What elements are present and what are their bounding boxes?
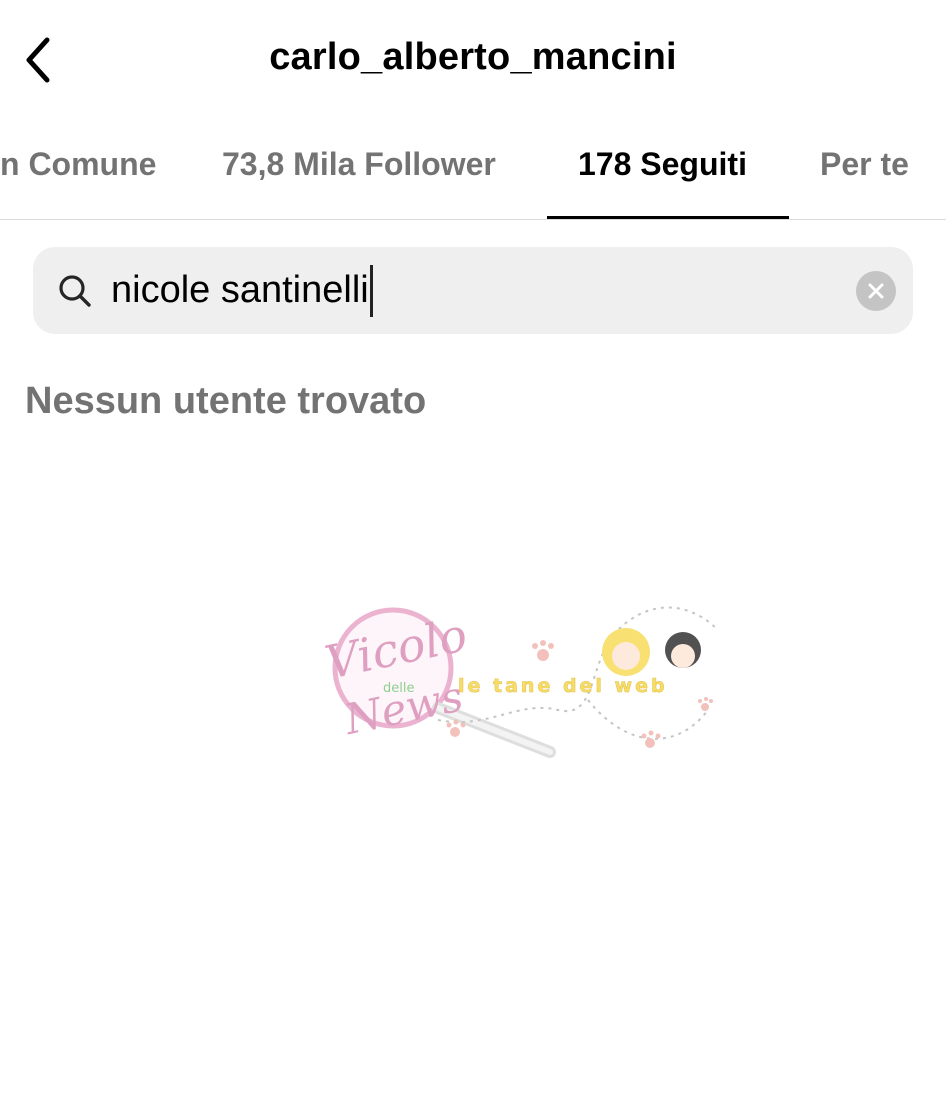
profile-username-title: carlo_alberto_mancini <box>269 36 677 78</box>
follow-tabs: n Comune 73,8 Mila Follower 178 Seguiti … <box>0 120 946 220</box>
tab-following[interactable]: 178 Seguiti <box>578 146 747 183</box>
svg-text:le tane del web: le tane del web <box>458 675 668 697</box>
clear-search-button[interactable] <box>856 271 896 311</box>
search-bar[interactable]: nicole santinelli <box>33 247 913 334</box>
search-query-text: nicole santinelli <box>111 269 369 311</box>
no-results-message: Nessun utente trovato <box>25 380 427 422</box>
search-icon <box>59 275 91 307</box>
tab-followers[interactable]: 73,8 Mila Follower <box>222 146 496 183</box>
active-tab-indicator <box>547 216 789 219</box>
tab-in-common[interactable]: n Comune <box>0 146 156 183</box>
clear-icon <box>868 283 884 299</box>
watermark-logo: Vicolo delle News le tane del web <box>321 606 719 758</box>
text-cursor <box>369 264 373 317</box>
tab-for-you[interactable]: Per te <box>820 146 909 183</box>
top-navigation-bar: carlo_alberto_mancini <box>0 0 946 120</box>
search-input[interactable]: nicole santinelli <box>111 247 831 334</box>
